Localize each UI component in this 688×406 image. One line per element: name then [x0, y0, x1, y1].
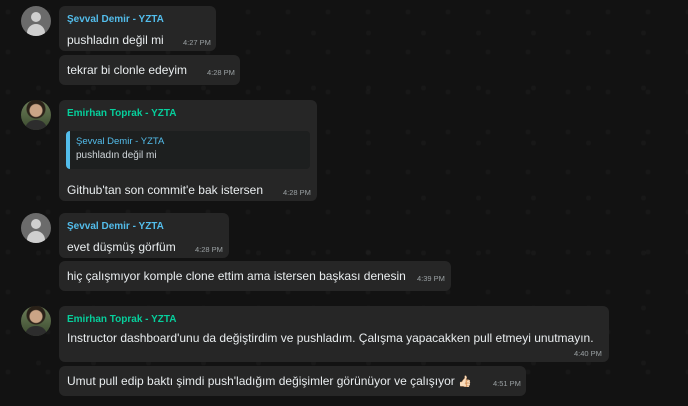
avatar-emirhan[interactable]	[21, 100, 51, 130]
sender-name[interactable]: Şevval Demir - YZTA	[67, 14, 164, 25]
sender-name[interactable]: Emirhan Toprak - YZTA	[67, 314, 176, 325]
message-bubble[interactable]: Umut pull edip baktı şimdi push'ladığım …	[59, 366, 526, 396]
quoted-message[interactable]: Şevval Demir - YZTA pushladın değil mi	[66, 131, 310, 169]
message-bubble[interactable]: Şevval Demir - YZTA evet düşmüş görfüm 4…	[59, 213, 229, 258]
message-bubble[interactable]: hiç çalışmıyor komple clone ettim ama is…	[59, 261, 451, 291]
message-text: hiç çalışmıyor komple clone ettim ama is…	[67, 269, 406, 283]
thumbs-up-emoji: 👍🏻	[458, 376, 472, 388]
message-time: 4:40 PM	[574, 349, 602, 358]
message-bubble[interactable]: Emirhan Toprak - YZTA Şevval Demir - YZT…	[59, 100, 317, 201]
avatar-sevval[interactable]	[21, 213, 51, 243]
message-time: 4:28 PM	[283, 188, 311, 197]
sender-name[interactable]: Emirhan Toprak - YZTA	[67, 108, 176, 119]
message-time: 4:39 PM	[417, 274, 445, 283]
message-text-content: Umut pull edip baktı şimdi push'ladığım …	[67, 374, 455, 388]
quoted-sender: Şevval Demir - YZTA	[76, 136, 165, 147]
chat-area: Şevval Demir - YZTA pushladın değil mi 4…	[0, 0, 688, 406]
sender-name[interactable]: Şevval Demir - YZTA	[67, 221, 164, 232]
message-time: 4:51 PM	[493, 379, 521, 388]
message-bubble[interactable]: Şevval Demir - YZTA pushladın değil mi 4…	[59, 6, 216, 51]
message-time: 4:28 PM	[195, 245, 223, 254]
message-text: Github'tan son commit'e bak istersen	[67, 183, 264, 197]
quoted-text: pushladın değil mi	[76, 150, 157, 161]
avatar-sevval[interactable]	[21, 6, 51, 36]
message-text: pushladın değil mi	[67, 33, 164, 47]
message-text: tekrar bi clonle edeyim	[67, 63, 188, 77]
message-text: Instructor dashboard'unu da değiştirdim …	[67, 331, 594, 345]
message-time: 4:27 PM	[183, 38, 211, 47]
message-text: evet düşmüş görfüm	[67, 240, 176, 254]
message-bubble[interactable]: tekrar bi clonle edeyim 4:28 PM	[59, 55, 240, 85]
avatar-emirhan[interactable]	[21, 306, 51, 336]
message-bubble[interactable]: Emirhan Toprak - YZTA Instructor dashboa…	[59, 306, 609, 362]
message-time: 4:28 PM	[207, 68, 235, 77]
message-text: Umut pull edip baktı şimdi push'ladığım …	[67, 374, 472, 388]
